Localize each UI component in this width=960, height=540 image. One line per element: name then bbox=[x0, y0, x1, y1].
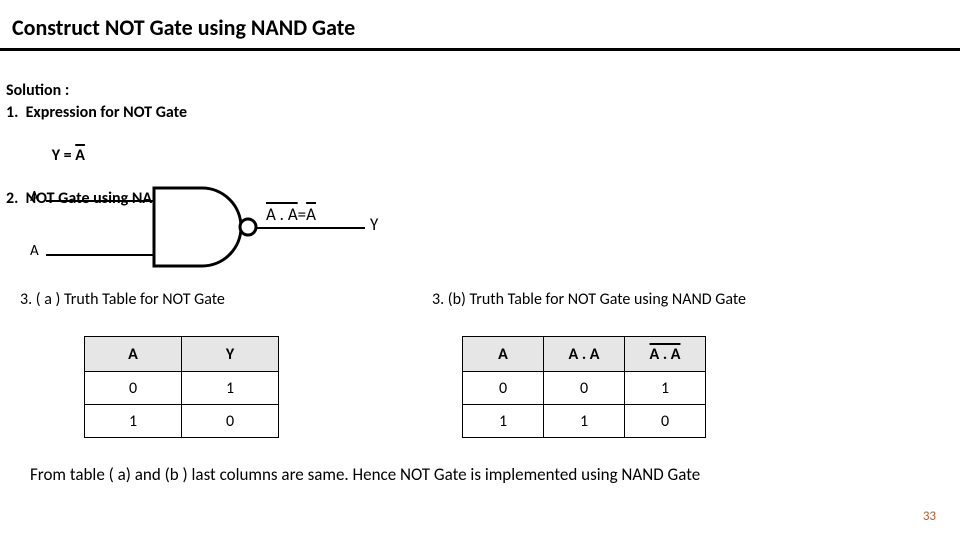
table-header-row: A A . A A . A bbox=[463, 337, 706, 372]
cell: 1 bbox=[463, 405, 544, 438]
cell: 1 bbox=[544, 405, 625, 438]
col-header-overline: A . A bbox=[625, 337, 706, 372]
section-3a-caption: 3. ( a ) Truth Table for NOT Gate bbox=[20, 290, 225, 309]
gate-output-expression: A . A = A bbox=[266, 204, 316, 225]
table-row: 1 0 bbox=[85, 405, 279, 438]
table-row: 0 1 bbox=[85, 372, 279, 405]
page-title: Construct NOT Gate using NAND Gate bbox=[12, 14, 355, 41]
expr-equals: = bbox=[298, 204, 306, 225]
slide: Construct NOT Gate using NAND Gate Solut… bbox=[0, 0, 960, 540]
page-number: 33 bbox=[923, 509, 936, 524]
truth-table-not: A Y 0 1 1 0 bbox=[84, 336, 279, 438]
cell: 0 bbox=[544, 372, 625, 405]
input-label-a-bottom: A bbox=[30, 242, 39, 260]
col-header: A bbox=[85, 337, 182, 372]
overline-text: A . A bbox=[650, 345, 681, 364]
eq-lhs: Y = bbox=[52, 146, 76, 165]
cell: 0 bbox=[625, 405, 706, 438]
nand-gate-diagram: A A A . A = A Y bbox=[30, 186, 430, 276]
input-label-a-top: A bbox=[30, 188, 39, 206]
step-1-equation: Y = A bbox=[6, 123, 208, 188]
cell: 0 bbox=[85, 372, 182, 405]
table-row: 1 1 0 bbox=[463, 405, 706, 438]
wire-out bbox=[257, 227, 365, 229]
nand-gate-icon bbox=[152, 186, 262, 268]
truth-table-nand-not: A A . A A . A 0 0 1 1 1 0 bbox=[462, 336, 706, 438]
wire-in-bottom bbox=[46, 254, 154, 256]
conclusion-text: From table ( a) and (b ) last columns ar… bbox=[30, 464, 700, 485]
output-label-y: Y bbox=[370, 214, 378, 235]
eq-rhs-overline: A bbox=[75, 146, 85, 165]
cell: 1 bbox=[182, 372, 279, 405]
expr-rhs-overline: A bbox=[306, 204, 316, 225]
expr-lhs-overline: A . A bbox=[266, 204, 298, 225]
table-row: 0 0 1 bbox=[463, 372, 706, 405]
step-1: 1. Expression for NOT Gate bbox=[6, 102, 208, 124]
col-header: Y bbox=[182, 337, 279, 372]
solution-heading: Solution : bbox=[6, 80, 208, 102]
table-header-row: A Y bbox=[85, 337, 279, 372]
col-header: A bbox=[463, 337, 544, 372]
cell: 1 bbox=[625, 372, 706, 405]
wire-in-top bbox=[46, 200, 154, 202]
cell: 0 bbox=[463, 372, 544, 405]
cell: 1 bbox=[85, 405, 182, 438]
col-header: A . A bbox=[544, 337, 625, 372]
cell: 0 bbox=[182, 405, 279, 438]
section-3b-caption: 3. (b) Truth Table for NOT Gate using NA… bbox=[432, 290, 746, 309]
title-underline bbox=[0, 48, 960, 51]
